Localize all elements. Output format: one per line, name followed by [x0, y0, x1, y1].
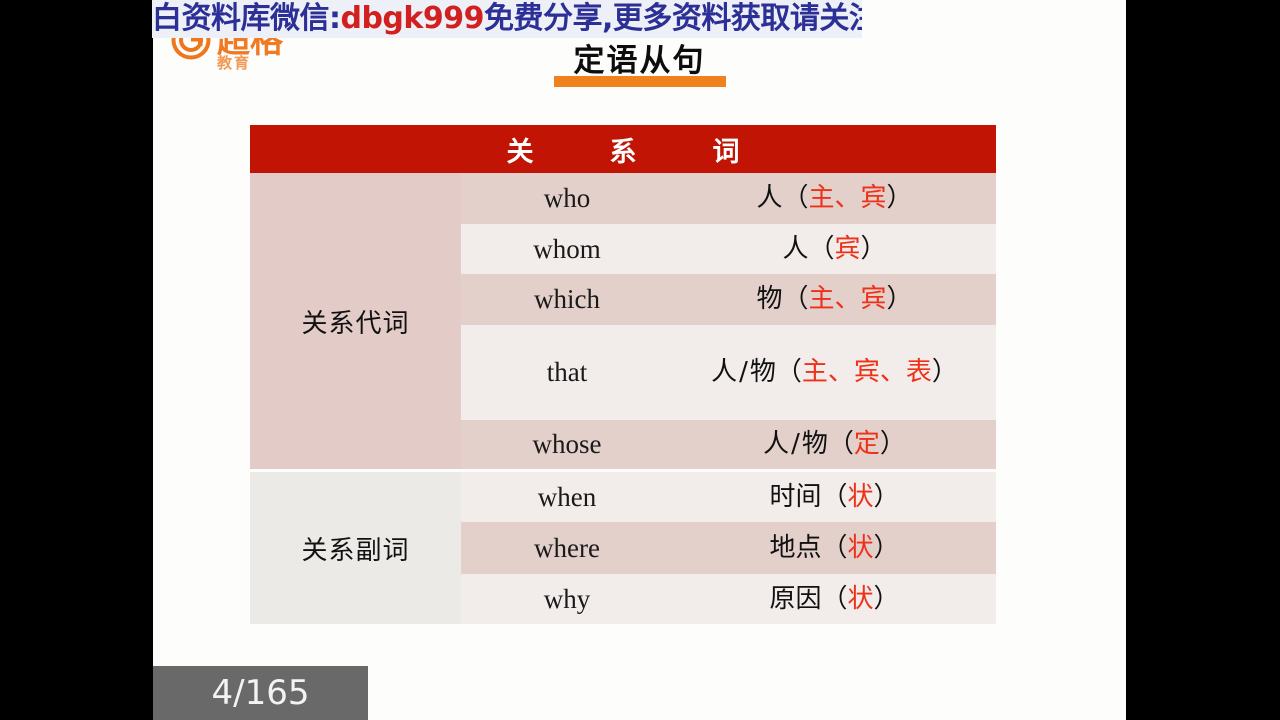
- desc-tags: 状: [847, 532, 874, 563]
- desc-paren-open: （: [821, 583, 848, 614]
- desc-noun: 物: [756, 284, 783, 315]
- relative-word-that: that: [461, 325, 673, 420]
- desc-paren-close: ）: [931, 357, 958, 388]
- desc-tags: 主、宾: [808, 183, 887, 214]
- desc-noun: 人: [756, 183, 783, 214]
- table-row: 关系副词 when 时间（状）: [250, 472, 997, 624]
- desc-tags: 状: [847, 583, 874, 614]
- watermark-text-prefix: 大白资料库微信:: [152, 1, 341, 36]
- table-header-row: 关系词: [250, 125, 997, 173]
- desc-paren-open: （: [808, 233, 835, 264]
- watermark-code: dbgk999: [340, 1, 484, 36]
- relative-desc-who: 人（主、宾）: [673, 173, 997, 224]
- desc-paren-close: ）: [873, 481, 900, 512]
- desc-separator: /: [739, 357, 748, 388]
- watermark-text-suffix: 免费分享,更多资料获取请关注!: [483, 1, 862, 36]
- desc-paren-close: ）: [860, 233, 887, 264]
- relative-word-which: which: [461, 274, 673, 325]
- page-indicator-label: 4/165: [211, 673, 310, 713]
- relative-word-whom: whom: [461, 224, 673, 274]
- relative-desc-that: 人/物（主、宾、表）: [673, 325, 997, 420]
- desc-noun: 时间: [769, 481, 822, 512]
- desc-paren-open: （: [827, 429, 854, 460]
- desc-paren-close: ）: [886, 284, 913, 315]
- desc-noun: 人: [782, 233, 809, 264]
- desc-paren-open: （: [821, 481, 848, 512]
- desc-paren-close: ）: [886, 183, 913, 214]
- desc-noun: 人: [711, 357, 738, 388]
- table-row: 关系代词 who 人（主、宾）: [250, 173, 997, 469]
- desc-tags: 宾: [834, 233, 861, 264]
- desc-tags: 主、宾: [808, 284, 887, 315]
- desc-tags-2: 表: [905, 357, 932, 388]
- desc-paren-close: ）: [873, 532, 900, 563]
- desc-separator: /: [791, 429, 800, 460]
- relative-desc-why: 原因（状）: [673, 574, 997, 624]
- relative-desc-whose: 人/物（定）: [673, 420, 997, 469]
- page-title: 定语从句: [573, 43, 706, 79]
- desc-paren-close: ）: [879, 429, 906, 460]
- relative-desc-where: 地点（状）: [673, 522, 997, 574]
- relative-pronoun-table: 关系词 关系代词 who 人（主、宾） whom 人（宾） which 物（主、…: [250, 125, 997, 624]
- desc-noun: 地点: [769, 532, 822, 563]
- page-indicator: 4/165: [153, 666, 368, 720]
- page-title-wrap: 定语从句: [153, 44, 1126, 78]
- desc-noun-2: 物: [801, 429, 828, 460]
- desc-noun: 人: [763, 429, 790, 460]
- group-label-pronoun: 关系代词: [250, 173, 461, 469]
- relative-word-when: when: [461, 472, 673, 522]
- desc-tags: 定: [853, 429, 880, 460]
- relative-desc-when: 时间（状）: [673, 472, 997, 522]
- slide-frame: 超格 教育 定语从句 关系词 关系代词 who 人（主、宾） whom 人（宾）…: [0, 0, 1280, 720]
- relative-desc-which: 物（主、宾）: [673, 274, 997, 325]
- desc-paren-close: ）: [873, 583, 900, 614]
- relative-word-where: where: [461, 522, 673, 574]
- desc-paren-open: （: [782, 284, 809, 315]
- desc-noun-2: 物: [749, 357, 776, 388]
- relative-word-why: why: [461, 574, 673, 624]
- watermark-banner: 大白资料库微信:dbgk999免费分享,更多资料获取请关注!: [152, 0, 862, 38]
- relative-word-whose: whose: [461, 420, 673, 469]
- desc-paren-open: （: [821, 532, 848, 563]
- group-label-adverb: 关系副词: [250, 472, 461, 624]
- relative-word-who: who: [461, 173, 673, 224]
- table-header-title: 关系词: [250, 125, 997, 173]
- desc-paren-open: （: [775, 357, 802, 388]
- desc-noun: 原因: [769, 583, 822, 614]
- desc-paren-open: （: [782, 183, 809, 214]
- desc-tags: 状: [847, 481, 874, 512]
- title-underline: [554, 76, 726, 87]
- relative-desc-whom: 人（宾）: [673, 224, 997, 274]
- slide-canvas: 超格 教育 定语从句 关系词 关系代词 who 人（主、宾） whom 人（宾）…: [153, 0, 1126, 720]
- desc-tags: 主、宾、: [801, 357, 906, 388]
